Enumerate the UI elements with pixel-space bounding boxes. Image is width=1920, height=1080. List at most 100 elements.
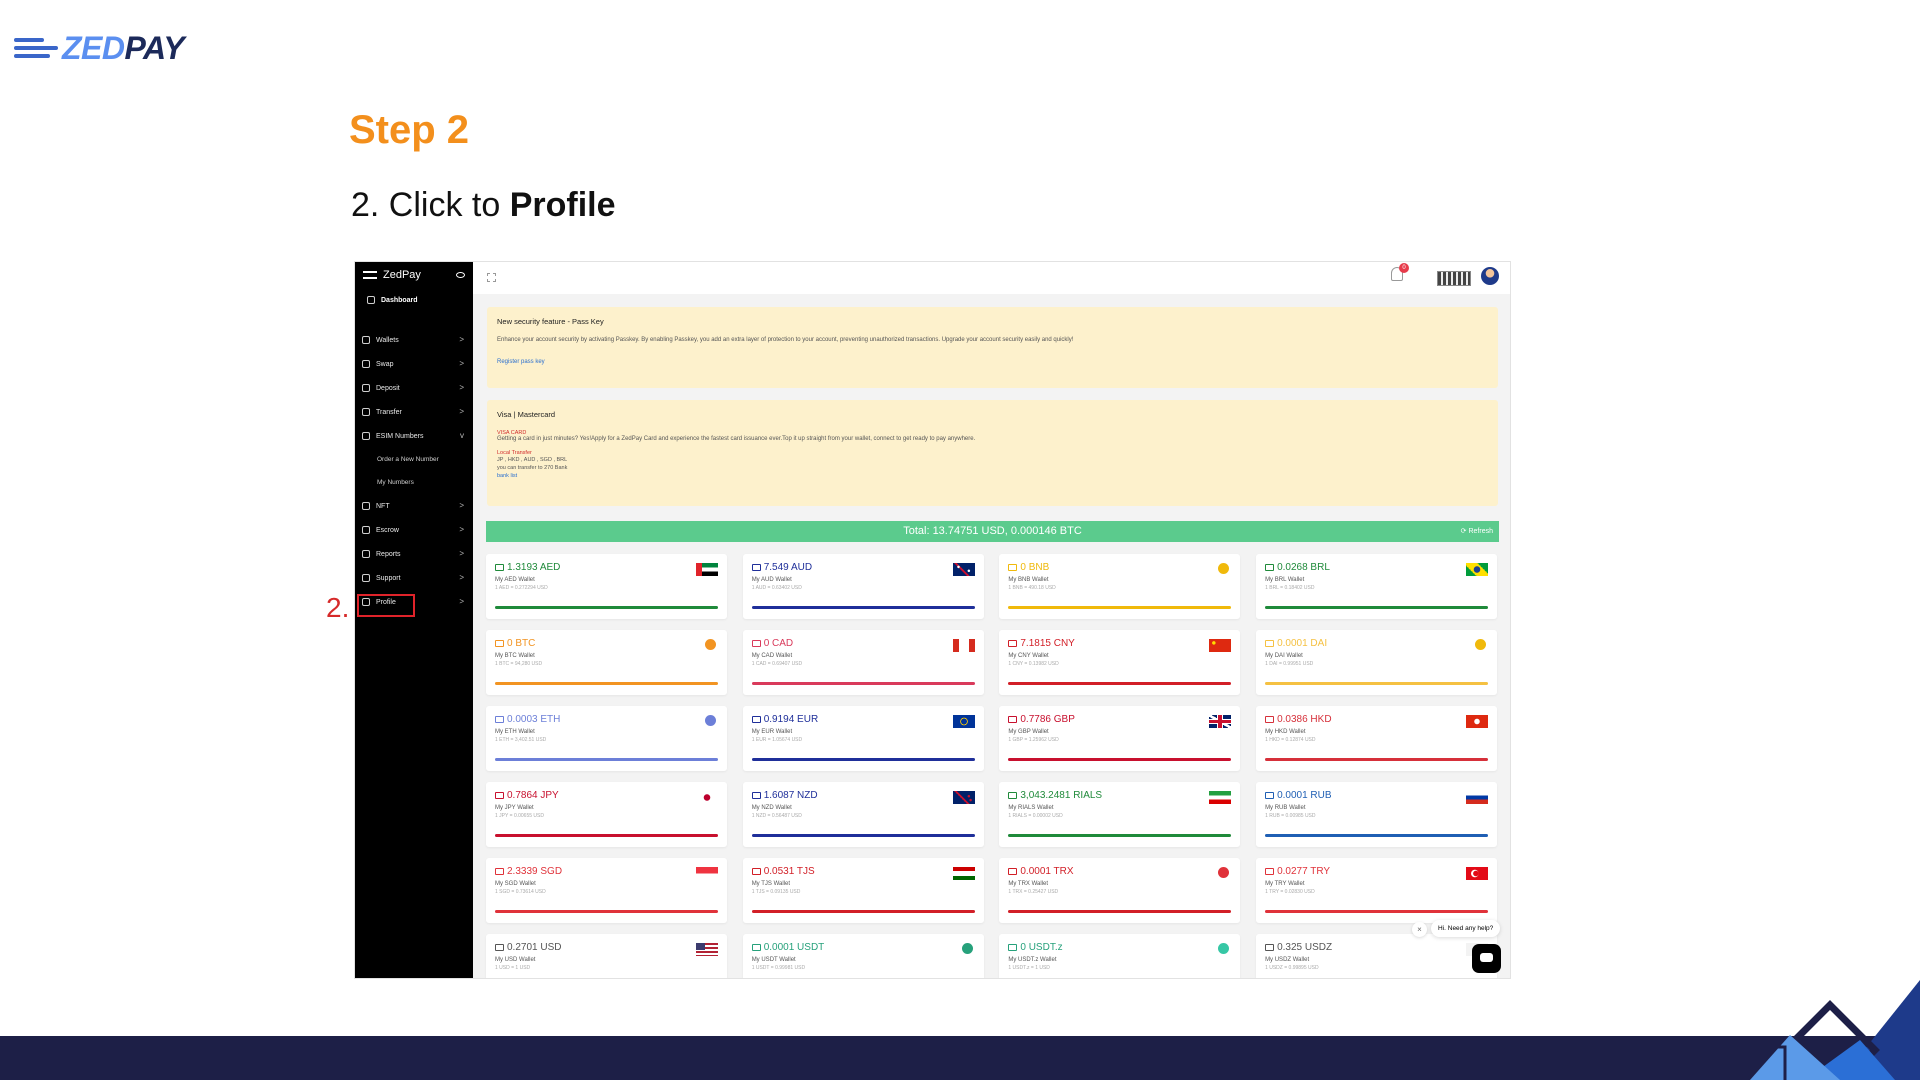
reports-icon — [362, 550, 370, 558]
flag-hkd-icon — [1466, 715, 1489, 728]
wallet-amount-row: 1.3193 AED — [495, 562, 718, 573]
chevron-right-icon: > — [459, 573, 464, 582]
wallet-amount: 0.0001 DAI — [1277, 638, 1328, 649]
flag-cny-icon — [1209, 639, 1232, 652]
wallet-card-gbp[interactable]: 0.7786 GBP My GBP Wallet 1 GBP = 1.25962 U… — [999, 706, 1241, 771]
close-icon[interactable]: × — [1412, 922, 1427, 937]
sidebar-item-reports[interactable]: Reports > — [355, 542, 473, 566]
wallet-rate: 1 EUR = 1.05674 USD — [751, 737, 803, 743]
user-icon — [362, 598, 370, 606]
notice-title: New security feature - Pass Key — [497, 317, 604, 326]
wallet-card-usd[interactable]: 0.2701 USD My USD Wallet 1 USD = 1 USD — [486, 934, 727, 978]
wallet-card-usdt-z[interactable]: 0 USDT.z My USDT.z Wallet 1 USDT.z = 1 USD — [999, 934, 1241, 978]
sidebar-item-profile[interactable]: Profile > — [355, 590, 473, 617]
topbar: 0 — [473, 262, 1510, 294]
bank-list-link[interactable]: bank list — [497, 472, 1488, 480]
wallet-name: My GBP Wallet — [1008, 729, 1049, 735]
wallet-amount: 0.7864 JPY — [507, 790, 559, 801]
wallet-card-hkd[interactable]: 0.0386 HKD My HKD Wallet 1 HKD = 0.12874 U… — [1256, 706, 1498, 771]
wallet-icon — [751, 868, 761, 875]
wallet-rate: 1 SGD = 0.73614 USD — [495, 889, 546, 895]
sidebar-item-escrow[interactable]: Escrow > — [355, 518, 473, 542]
wallet-card-sgd[interactable]: 2.3339 SGD My SGD Wallet 1 SGD = 0.73614 U… — [486, 858, 727, 923]
wallet-card-bnb[interactable]: 0 BNB My BNB Wallet 1 BNB = 490.18 USD — [999, 554, 1241, 619]
wallet-name: My SGD Wallet — [495, 881, 536, 887]
wallet-name: My USDT.z Wallet — [1008, 957, 1057, 963]
wallet-card-usdt[interactable]: 0.0001 USDT My USDT Wallet 1 USDT = 0.9998… — [742, 934, 984, 978]
sidebar-item-dashboard[interactable]: Dashboard — [355, 288, 473, 312]
wallet-card-try[interactable]: 0.0277 TRY My TRY Wallet 1 TRY = 0.02830 U… — [1256, 858, 1498, 923]
wallet-amount: 0.0531 TJS — [763, 866, 815, 877]
wallet-amount: 2.3339 SGD — [507, 866, 563, 877]
wallet-rate: 1 DAI = 0.99951 USD — [1265, 661, 1314, 667]
wallet-rate: 1 AUD = 0.63402 USD — [751, 585, 802, 591]
wallet-amount: 0 BTC — [507, 638, 536, 649]
wallet-amount-row: 0.2701 USD — [495, 942, 718, 953]
wallet-amount-row: 0 BTC — [495, 638, 718, 649]
sidebar-item-swap[interactable]: Swap > — [355, 352, 473, 376]
step-marker: 2. — [326, 592, 350, 623]
wallet-amount: 0.0268 BRL — [1277, 562, 1330, 573]
wallet-rate: 1 BTC = 94,280 USD — [495, 661, 543, 667]
image-icon — [362, 502, 370, 510]
wallet-amount-row: 0.0386 HKD — [1265, 714, 1488, 725]
wallet-card-eth[interactable]: 0.0003 ETH My ETH Wallet 1 ETH = 3,402.51 … — [486, 706, 727, 771]
sidebar-item-nft[interactable]: NFT > — [355, 494, 473, 518]
language-flag-icon[interactable] — [1437, 271, 1471, 286]
flag-tjs-icon — [952, 867, 975, 880]
wallet-card-aud[interactable]: 7.549 AUD My AUD Wallet 1 AUD = 0.63402 US… — [742, 554, 984, 619]
wallet-amount: 7.549 AUD — [763, 562, 813, 573]
wallet-amount-row: 0.325 USDZ — [1265, 942, 1488, 953]
toggle-eye-icon[interactable] — [456, 272, 465, 278]
wallet-amount: 1.6087 NZD — [763, 790, 818, 801]
local-transfer-currencies: JP , HKD , AUD , SGD , BRL — [497, 457, 568, 463]
wallet-rate: 1 NZD = 0.56487 USD — [751, 813, 802, 819]
local-transfer-banks: you can transfer to 270 Bank — [497, 465, 568, 471]
wallet-card-rub[interactable]: 0.0001 RUB My RUB Wallet 1 RUB = 0.00985 U… — [1256, 782, 1498, 847]
wallet-card-cny[interactable]: 7.1815 CNY My CNY Wallet 1 CNY = 0.13982 U… — [999, 630, 1241, 695]
user-avatar-icon[interactable] — [1481, 267, 1499, 285]
wallet-name: My USDZ Wallet — [1265, 957, 1310, 963]
wallet-card-tjs[interactable]: 0.0531 TJS My TJS Wallet 1 TJS = 0.09135 U… — [742, 858, 984, 923]
register-pass-key-link[interactable]: Register pass key — [497, 359, 1488, 365]
wallet-card-eur[interactable]: 0.9194 EUR My EUR Wallet 1 EUR = 1.05674 U… — [742, 706, 984, 771]
sidebar-item-esim-numbers[interactable]: ESIM Numbers v — [355, 424, 473, 448]
wallet-card-aed[interactable]: 1.3193 AED My AED Wallet 1 AED = 0.272294 … — [486, 554, 727, 619]
sidebar-item-my-numbers[interactable]: My Numbers — [355, 471, 473, 494]
passkey-notice: New security feature - Pass Key Enhance … — [487, 307, 1498, 388]
wallet-amount-row: 1.6087 NZD — [751, 790, 975, 801]
refresh-button[interactable]: ⟳ Refresh — [1461, 521, 1493, 542]
sidebar-item-label: NFT — [376, 502, 390, 510]
flag-usd-icon — [696, 943, 718, 956]
wallet-card-btc[interactable]: 0 BTC My BTC Wallet 1 BTC = 94,280 USD — [486, 630, 727, 695]
wallet-card-brl[interactable]: 0.0268 BRL My BRL Wallet 1 BRL = 0.18402 U… — [1256, 554, 1498, 619]
fullscreen-icon[interactable] — [487, 273, 496, 282]
sidebar-item-wallets[interactable]: Wallets > — [355, 328, 473, 352]
flag-rub-icon — [1466, 791, 1489, 804]
sidebar-item-order-a-new-number[interactable]: Order a New Number — [355, 448, 473, 471]
chat-button[interactable] — [1472, 944, 1501, 973]
wallet-icon — [495, 716, 504, 723]
wallet-card-jpy[interactable]: 0.7864 JPY My JPY Wallet 1 JPY = 0.00655 U… — [486, 782, 727, 847]
wallet-rate: 1 CAD = 0.69407 USD — [751, 661, 803, 667]
flag-rials-icon — [1209, 791, 1232, 804]
chevron-right-icon: > — [459, 335, 464, 344]
wallet-card-nzd[interactable]: 1.6087 NZD My NZD Wallet 1 NZD = 0.56487 U… — [742, 782, 984, 847]
sidebar-item-deposit[interactable]: Deposit > — [355, 376, 473, 400]
wallet-rate: 1 BNB = 490.18 USD — [1008, 585, 1056, 591]
wallet-accent-bar — [751, 910, 975, 913]
sidebar-item-transfer[interactable]: Transfer > — [355, 400, 473, 424]
chevron-right-icon: > — [459, 501, 464, 510]
wallet-card-rials[interactable]: 3,043.2481 RIALS My RIALS Wallet 1 RIALS =… — [999, 782, 1241, 847]
sidebar-item-support[interactable]: Support > — [355, 566, 473, 590]
card-notice: Visa | Mastercard VISA CARD Getting a ca… — [487, 400, 1498, 506]
wallet-card-cad[interactable]: 0 CAD My CAD Wallet 1 CAD = 0.69407 USD — [742, 630, 984, 695]
wallet-name: My USD Wallet — [495, 957, 536, 963]
wallet-card-usdz[interactable]: 0.325 USDZ My USDZ Wallet 1 USDZ = 0.99895… — [1256, 934, 1498, 978]
wallet-rate: 1 HKD = 0.12874 USD — [1265, 737, 1316, 743]
sidebar-item-label: Escrow — [376, 526, 399, 534]
wallet-card-dai[interactable]: 0.0001 DAI My DAI Wallet 1 DAI = 0.99951 U… — [1256, 630, 1498, 695]
sidebar-item-label: ESIM Numbers — [376, 432, 424, 440]
wallet-amount-row: 0.0268 BRL — [1265, 562, 1488, 573]
wallet-card-trx[interactable]: 0.0001 TRX My TRX Wallet 1 TRX = 0.25427 U… — [999, 858, 1241, 923]
